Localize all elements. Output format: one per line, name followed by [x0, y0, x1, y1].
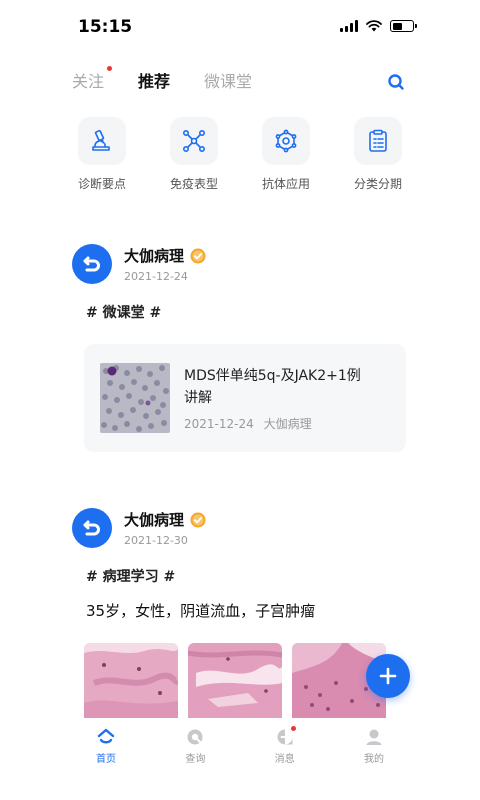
- status-icons: [340, 20, 417, 32]
- search-icon[interactable]: [386, 72, 406, 92]
- course-info: MDS伴单纯5q-及JAK2+1例 讲解 2021-12-24 大伽病理: [184, 365, 361, 432]
- category-immunophenotype[interactable]: 免疫表型: [162, 117, 226, 192]
- author-name-text: 大伽病理: [124, 247, 185, 265]
- top-tabs: 关注 推荐 微课堂: [72, 66, 252, 92]
- network-icon: [170, 117, 218, 165]
- course-title-line-1: MDS伴单纯5q-及JAK2+1例: [184, 367, 361, 384]
- course-title: MDS伴单纯5q-及JAK2+1例 讲解: [184, 365, 361, 409]
- nav-home-label: 首页: [96, 754, 116, 765]
- post-image[interactable]: [84, 643, 178, 719]
- category-shortcuts: 诊断要点 免疫表型 抗体应用 分类分期: [70, 117, 410, 192]
- post-header: 大伽病理 2021-12-30: [72, 508, 408, 548]
- cellular-signal-icon: [340, 20, 358, 32]
- category-immunophenotype-label: 免疫表型: [169, 177, 218, 191]
- author-name[interactable]: 大伽病理: [124, 509, 206, 530]
- course-thumbnail: [100, 363, 170, 433]
- tab-follow[interactable]: 关注: [72, 66, 113, 92]
- home-icon: [97, 728, 115, 744]
- course-author: 大伽病理: [263, 416, 312, 431]
- post-date: 2021-12-30: [124, 534, 188, 547]
- category-classification-label: 分类分期: [353, 177, 402, 191]
- nav-messages-label: 消息: [274, 754, 295, 765]
- profile-icon: [366, 729, 382, 745]
- nav-profile[interactable]: 我的: [346, 718, 402, 800]
- verified-badge-icon: [190, 512, 206, 527]
- status-time: 15:15: [78, 17, 133, 37]
- tab-micro-class[interactable]: 微课堂: [204, 68, 252, 92]
- query-icon: [187, 729, 203, 745]
- post-text: 35岁，女性，阴道流血，子宫肿瘤: [86, 602, 316, 620]
- author-name[interactable]: 大伽病理: [124, 245, 206, 266]
- battery-icon: [390, 20, 417, 32]
- course-title-line-2: 讲解: [184, 389, 212, 406]
- microscope-icon: [78, 117, 126, 165]
- nav-home[interactable]: 首页: [78, 718, 134, 800]
- plus-icon: [379, 667, 397, 685]
- category-antibody[interactable]: 抗体应用: [254, 117, 318, 192]
- return-arrow-icon: [83, 520, 100, 536]
- tab-recommend-label: 推荐: [138, 72, 171, 91]
- post-image-row: [84, 643, 408, 719]
- feed-post: 大伽病理 2021-12-30 # 病理学习 # 35岁，女性，阴道流血，子宫肿…: [72, 508, 408, 719]
- nav-query[interactable]: 查询: [167, 718, 223, 800]
- course-meta: 2021-12-24 大伽病理: [184, 415, 361, 432]
- author-info: 大伽病理 2021-12-30: [124, 509, 206, 547]
- post-hashtag[interactable]: # 病理学习 #: [86, 566, 408, 586]
- bottom-nav: 首页 查询 消息 我的: [0, 718, 480, 800]
- course-card[interactable]: MDS伴单纯5q-及JAK2+1例 讲解 2021-12-24 大伽病理: [84, 344, 406, 452]
- post-date: 2021-12-24: [124, 270, 188, 283]
- author-name-text: 大伽病理: [124, 511, 185, 529]
- tab-micro-class-label: 微课堂: [204, 72, 253, 91]
- return-arrow-icon: [83, 256, 100, 272]
- category-diagnosis[interactable]: 诊断要点: [70, 117, 134, 192]
- tab-follow-notification-dot: [107, 66, 113, 71]
- feed-post: 大伽病理 2021-12-24 # 微课堂 # MDS伴单纯5q-及JAK2+1…: [72, 244, 408, 452]
- author-avatar[interactable]: [72, 244, 112, 284]
- wifi-icon: [366, 20, 382, 32]
- course-date: 2021-12-24: [184, 416, 254, 431]
- verified-badge-icon: [190, 248, 206, 263]
- clipboard-icon: [354, 117, 402, 165]
- post-image[interactable]: [188, 643, 282, 719]
- category-antibody-label: 抗体应用: [261, 177, 310, 191]
- author-info: 大伽病理 2021-12-24: [124, 245, 206, 283]
- nav-messages[interactable]: 消息: [257, 718, 313, 800]
- status-bar: 15:15: [0, 0, 480, 52]
- post-header: 大伽病理 2021-12-24: [72, 244, 408, 284]
- nav-profile-label: 我的: [363, 754, 384, 765]
- tab-follow-label: 关注: [72, 72, 105, 91]
- battery-fill: [392, 22, 402, 30]
- category-classification[interactable]: 分类分期: [346, 117, 410, 192]
- author-avatar[interactable]: [72, 508, 112, 548]
- category-diagnosis-label: 诊断要点: [77, 177, 126, 191]
- post-hashtag[interactable]: # 微课堂 #: [86, 302, 408, 322]
- nav-messages-notification-dot: [290, 726, 296, 731]
- add-post-button[interactable]: [366, 654, 410, 698]
- nav-query-label: 查询: [185, 754, 206, 765]
- molecule-icon: [262, 117, 310, 165]
- tab-recommend[interactable]: 推荐: [138, 68, 170, 92]
